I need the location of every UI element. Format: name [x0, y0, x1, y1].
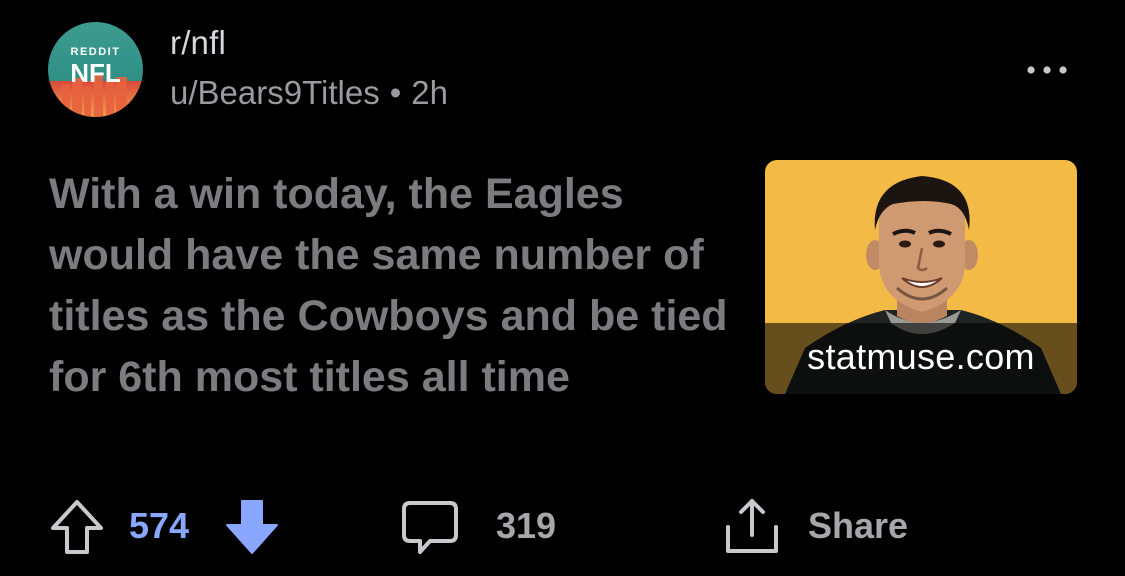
upvote-button[interactable]	[48, 497, 106, 557]
comment-count[interactable]: 319	[496, 505, 556, 547]
reddit-nfl-logo: REDDIT NFL	[48, 22, 143, 117]
downvote-button[interactable]	[223, 497, 281, 557]
link-thumbnail[interactable]: statmuse.com	[765, 160, 1077, 394]
svg-text:NFL: NFL	[70, 58, 121, 88]
meta-separator: •	[389, 74, 402, 111]
author-name[interactable]: u/Bears9Titles	[170, 74, 380, 111]
more-menu-button[interactable]	[1022, 56, 1072, 84]
svg-text:REDDIT: REDDIT	[71, 46, 121, 58]
comments-button[interactable]	[400, 497, 460, 557]
post-title[interactable]: With a win today, the Eagles would have …	[49, 164, 739, 408]
share-button[interactable]	[722, 497, 782, 557]
post-age: 2h	[411, 74, 448, 111]
post-meta: u/Bears9Titles • 2h	[170, 74, 448, 112]
subreddit-name[interactable]: r/nfl	[170, 24, 226, 62]
speech-bubble-icon	[402, 501, 458, 554]
link-domain: statmuse.com	[807, 336, 1035, 377]
share-upload-icon	[726, 499, 778, 553]
arrow-down-filled-icon	[226, 500, 278, 554]
arrow-up-outline-icon	[51, 500, 103, 554]
subreddit-avatar[interactable]: REDDIT NFL	[48, 22, 143, 117]
share-label[interactable]: Share	[808, 505, 908, 547]
vote-score: 574	[129, 505, 190, 546]
more-horizontal-icon	[1027, 66, 1067, 74]
